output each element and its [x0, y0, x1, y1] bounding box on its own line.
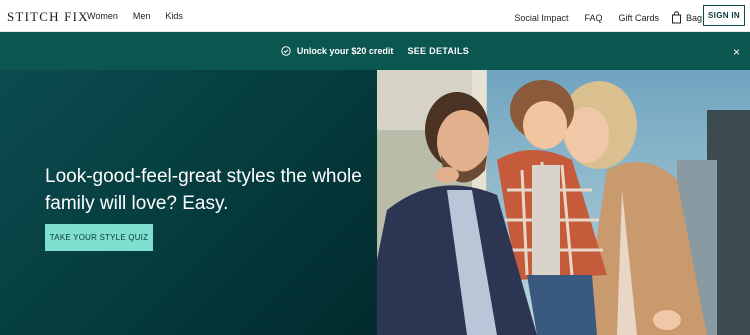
close-icon[interactable]: × [733, 45, 740, 59]
bag-icon [671, 11, 681, 24]
bag-label: Bag [685, 12, 702, 23]
nav-link-social-impact[interactable]: Social Impact [514, 13, 568, 23]
primary-nav: Women Men Kids [87, 11, 183, 21]
secondary-nav: Social Impact FAQ Gift Cards Bag [498, 11, 702, 24]
hero-panel: Look-good-feel-great styles the whole fa… [0, 70, 377, 335]
check-circle-icon [281, 46, 291, 56]
nav-link-women[interactable]: Women [87, 11, 118, 21]
hero-headline: Look-good-feel-great styles the whole fa… [45, 166, 362, 214]
promo-text: Unlock your $20 credit [296, 46, 394, 56]
nav-link-gift-cards[interactable]: Gift Cards [618, 13, 659, 23]
nav-link-kids[interactable]: Kids [165, 11, 183, 21]
promo-banner: Unlock your $20 credit SEE DETAILS × [0, 32, 750, 70]
bag-button[interactable]: Bag [671, 11, 702, 24]
logo[interactable]: STITCH FIX [7, 9, 89, 25]
see-details-link[interactable]: SEE DETAILS [407, 46, 469, 56]
top-nav: STITCH FIX Women Men Kids Social Impact … [0, 0, 750, 32]
hero-family-photo [377, 70, 750, 335]
hero-section: Look-good-feel-great styles the whole fa… [0, 70, 750, 335]
nav-link-faq[interactable]: FAQ [584, 13, 602, 23]
nav-link-men[interactable]: Men [133, 11, 151, 21]
family-illustration [377, 70, 750, 335]
style-quiz-button[interactable]: TAKE YOUR STYLE QUIZ [45, 224, 153, 251]
sign-in-button[interactable]: SIGN IN [703, 5, 745, 26]
